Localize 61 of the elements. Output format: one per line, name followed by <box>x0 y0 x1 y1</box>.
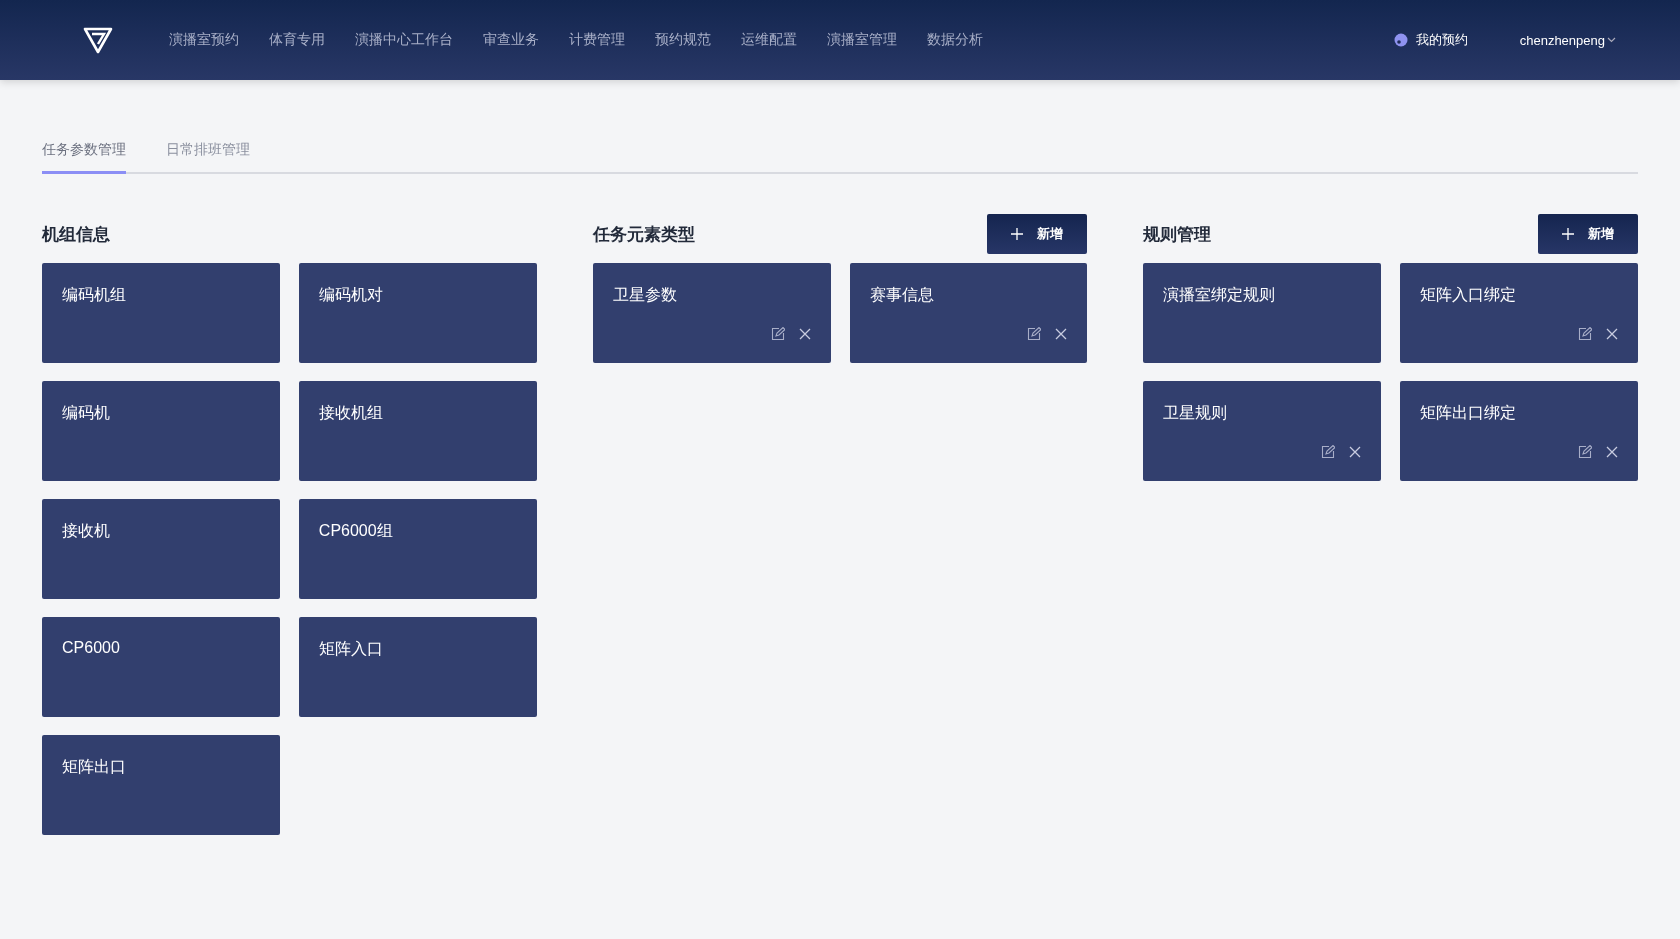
item-card[interactable]: 卫星规则 <box>1143 381 1382 481</box>
card-title: 接收机 <box>62 521 110 541</box>
close-icon[interactable] <box>1349 446 1362 458</box>
card-title: 矩阵入口绑定 <box>1420 285 1517 305</box>
chevron-down-icon <box>1607 37 1616 43</box>
section-title: 规则管理 <box>1143 223 1212 246</box>
close-icon[interactable] <box>798 328 811 340</box>
edit-icon[interactable] <box>1578 445 1592 459</box>
card-title: 编码机 <box>62 403 110 423</box>
card-title: 演播室绑定规则 <box>1163 285 1276 305</box>
section-title: 机组信息 <box>42 223 110 246</box>
card-title: 编码机组 <box>62 285 126 305</box>
add-button[interactable]: 新增 <box>987 214 1088 254</box>
card-title: 卫星规则 <box>1163 403 1228 423</box>
edit-icon[interactable] <box>770 327 785 341</box>
nav-link[interactable]: 体育专用 <box>269 31 325 49</box>
item-card[interactable]: 演播室绑定规则 <box>1143 263 1382 363</box>
card-title: CP6000 <box>62 639 120 657</box>
nav-link[interactable]: 演播室预约 <box>169 31 239 49</box>
section-title: 任务元素类型 <box>592 223 695 246</box>
item-card[interactable]: 接收机组 <box>298 381 537 481</box>
item-card[interactable]: CP6000组 <box>298 499 537 599</box>
add-button[interactable]: 新增 <box>1538 214 1638 254</box>
nav-link[interactable]: 演播室管理 <box>827 31 897 49</box>
card-title: CP6000组 <box>318 521 393 541</box>
card-title: 矩阵入口 <box>318 639 383 659</box>
item-card[interactable]: 矩阵出口绑定 <box>1400 381 1638 481</box>
close-icon[interactable] <box>1606 446 1618 458</box>
nav-link[interactable]: 演播中心工作台 <box>355 31 453 49</box>
item-card[interactable]: 矩阵出口 <box>42 735 280 835</box>
item-card[interactable]: 编码机 <box>42 381 280 481</box>
item-card[interactable]: 卫星参数 <box>592 263 831 363</box>
card-title: 矩阵出口 <box>62 757 126 777</box>
card-title: 编码机对 <box>318 285 383 305</box>
plus-icon <box>1562 228 1574 240</box>
my-booking-link[interactable]: 我的预约 <box>1393 31 1468 49</box>
close-icon[interactable] <box>1606 328 1618 340</box>
nav-link[interactable]: 预约规范 <box>655 31 711 49</box>
plus-icon <box>1011 228 1024 240</box>
item-card[interactable]: 编码机对 <box>298 263 537 363</box>
nav-link[interactable]: 审查业务 <box>483 31 539 49</box>
item-card[interactable]: 矩阵入口绑定 <box>1400 263 1638 363</box>
edit-icon[interactable] <box>1578 327 1592 341</box>
nav-link[interactable]: 运维配置 <box>741 31 797 49</box>
item-card[interactable]: 矩阵入口 <box>298 617 537 717</box>
item-card[interactable]: 接收机 <box>42 499 280 599</box>
edit-icon[interactable] <box>1321 445 1336 459</box>
user-menu[interactable]: chenzhenpeng <box>1519 32 1616 48</box>
item-card[interactable]: 赛事信息 <box>849 263 1088 363</box>
close-icon[interactable] <box>1055 328 1068 340</box>
edit-icon[interactable] <box>1027 327 1042 341</box>
nav-link[interactable]: 计费管理 <box>569 31 625 49</box>
nav-link[interactable]: 数据分析 <box>927 31 983 49</box>
item-card[interactable]: CP6000 <box>42 617 280 717</box>
item-card[interactable]: 编码机组 <box>42 263 280 363</box>
tab[interactable]: 任务参数管理 <box>42 141 126 174</box>
card-title: 赛事信息 <box>869 285 934 305</box>
card-title: 矩阵出口绑定 <box>1420 403 1517 423</box>
logo-icon <box>83 26 113 54</box>
card-title: 接收机组 <box>318 403 383 423</box>
card-title: 卫星参数 <box>612 285 677 305</box>
